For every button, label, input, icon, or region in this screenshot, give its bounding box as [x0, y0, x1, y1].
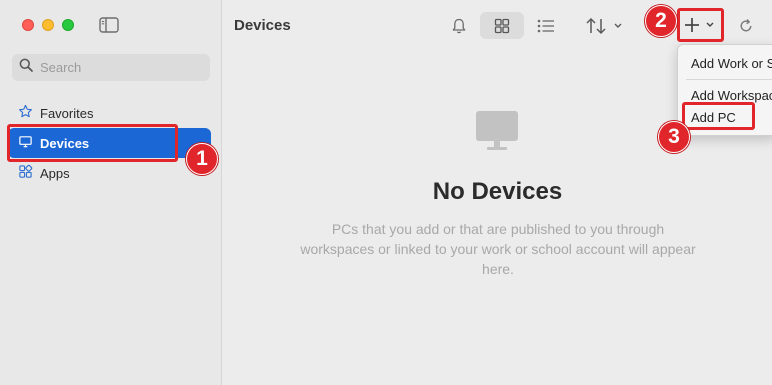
add-button[interactable]	[680, 13, 722, 37]
sort-icon	[585, 16, 627, 36]
sidebar-nav: Favorites Devices Apps	[8, 98, 211, 188]
close-window-button[interactable]	[22, 19, 34, 31]
sidebar: Favorites Devices Apps	[0, 0, 222, 385]
sidebar-item-label: Devices	[40, 135, 90, 151]
grid-view-icon	[494, 18, 510, 34]
sidebar-item-favorites[interactable]: Favorites	[8, 98, 211, 128]
monitor-icon	[475, 110, 519, 157]
menu-separator	[686, 79, 772, 80]
empty-state-description: PCs that you add or that are published t…	[300, 221, 696, 277]
step-badge-1: 1	[186, 143, 218, 175]
menu-item-add-work-account[interactable]: Add Work or School Account	[678, 52, 772, 74]
window-controls	[22, 19, 74, 31]
menu-item-add-pc[interactable]: Add PC	[678, 106, 772, 128]
list-view-icon[interactable]	[536, 16, 556, 36]
sort-button[interactable]	[585, 15, 627, 37]
search-field[interactable]	[12, 54, 210, 81]
menu-item-add-workspace[interactable]: Add Workspace	[678, 84, 772, 106]
add-icon	[680, 15, 722, 35]
search-input[interactable]	[40, 60, 200, 75]
star-icon	[18, 104, 40, 122]
page-title: Devices	[234, 17, 291, 34]
refresh-icon[interactable]	[736, 15, 756, 37]
minimize-window-button[interactable]	[42, 19, 54, 31]
sidebar-item-devices[interactable]: Devices	[8, 128, 211, 158]
monitor-icon	[18, 134, 40, 152]
apps-icon	[18, 164, 40, 182]
step-badge-2: 2	[645, 5, 677, 37]
sidebar-toggle-icon[interactable]	[99, 17, 119, 33]
sidebar-item-apps[interactable]: Apps	[8, 158, 211, 188]
step-badge-3: 3	[658, 121, 690, 153]
empty-state-title: No Devices	[432, 178, 563, 205]
zoom-window-button[interactable]	[62, 19, 74, 31]
sidebar-item-label: Apps	[40, 165, 70, 181]
search-icon	[19, 58, 33, 77]
grid-view-button[interactable]	[480, 12, 524, 39]
bell-icon[interactable]	[449, 16, 469, 36]
sidebar-item-label: Favorites	[40, 105, 94, 121]
add-menu: Add Work or School Account Add Workspace…	[677, 44, 772, 136]
